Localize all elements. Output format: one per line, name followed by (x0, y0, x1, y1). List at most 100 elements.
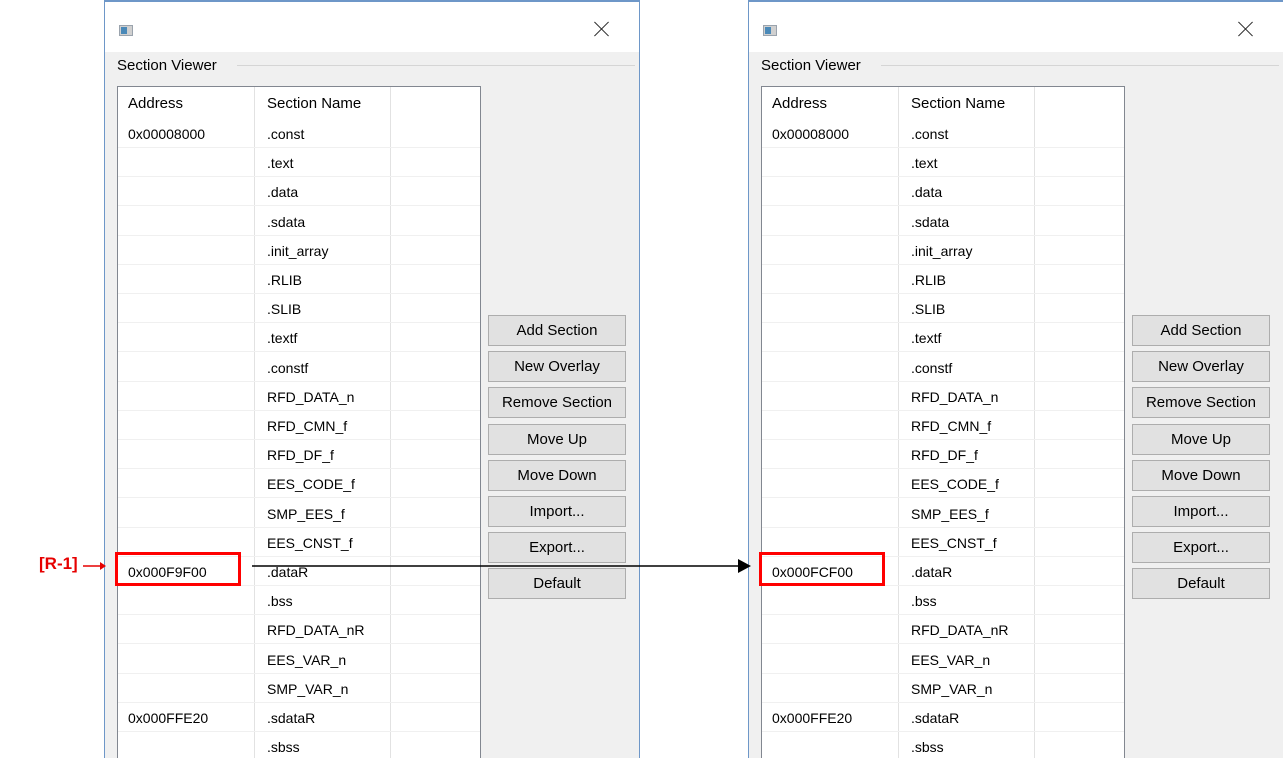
table-row[interactable]: EES_CNST_f (118, 528, 480, 557)
table-row[interactable]: .RLIB (762, 265, 1124, 294)
address-cell: 0x000F9F00 (128, 564, 207, 580)
section-name-cell: .constf (267, 360, 309, 376)
new-overlay-button[interactable]: New Overlay (488, 351, 626, 382)
section-name-cell: .RLIB (267, 272, 303, 288)
table-row[interactable]: RFD_DF_f (118, 440, 480, 469)
section-name-cell: .bss (911, 593, 937, 609)
table-row[interactable]: SMP_EES_f (118, 499, 480, 528)
table-row[interactable]: RFD_DATA_nR (762, 615, 1124, 644)
section-name-cell: .RLIB (911, 272, 947, 288)
table-row[interactable]: .constf (762, 353, 1124, 382)
table-row[interactable]: EES_CNST_f (762, 528, 1124, 557)
section-name-cell: SMP_EES_f (911, 506, 989, 522)
section-name-cell: RFD_DATA_n (267, 389, 355, 405)
group-frame-line (237, 65, 635, 66)
section-list[interactable]: Address Section Name 0x00008000 .const .text… (761, 86, 1125, 758)
new-overlay-button[interactable]: New Overlay (1132, 351, 1270, 382)
default-button[interactable]: Default (488, 568, 626, 599)
add-section-button[interactable]: Add Section (488, 315, 626, 346)
section-list[interactable]: Address Section Name 0x00008000 .const .text… (117, 86, 481, 758)
table-row[interactable]: .data (762, 177, 1124, 206)
table-row[interactable]: .init_array (762, 236, 1124, 265)
section-name-cell: .text (911, 155, 938, 171)
window-border (749, 0, 1283, 2)
table-row[interactable]: .init_array (118, 236, 480, 265)
table-row[interactable]: .bss (762, 586, 1124, 615)
table-row[interactable]: RFD_CMN_f (762, 411, 1124, 440)
table-row[interactable]: 0x000FCF00 .dataR (762, 557, 1124, 586)
section-name-cell: SMP_EES_f (267, 506, 345, 522)
table-row[interactable]: .text (118, 148, 480, 177)
section-name-cell: .textf (267, 330, 298, 346)
column-header-address[interactable]: Address (772, 95, 827, 112)
table-row[interactable]: .bss (118, 586, 480, 615)
table-row[interactable]: EES_VAR_n (118, 645, 480, 674)
table-row[interactable]: 0x000FFE20 .sdataR (118, 703, 480, 732)
table-row[interactable]: RFD_CMN_f (118, 411, 480, 440)
section-viewer-dialog-after: Section Viewer Address Section Name 0x00008… (748, 0, 1283, 758)
address-cell: 0x00008000 (128, 126, 206, 142)
move-down-button[interactable]: Move Down (488, 460, 626, 491)
section-name-cell: .const (267, 126, 305, 142)
section-name-cell: .bss (267, 593, 293, 609)
table-row[interactable]: .constf (118, 353, 480, 382)
export-button[interactable]: Export... (1132, 532, 1270, 563)
section-name-cell: .sdata (911, 214, 950, 230)
section-name-cell: .sdataR (911, 710, 960, 726)
table-row[interactable]: .sbss (118, 732, 480, 758)
table-row[interactable]: 0x00008000 .const (118, 119, 480, 148)
close-icon[interactable] (591, 18, 613, 40)
section-name-cell: RFD_DF_f (911, 447, 978, 463)
table-row[interactable]: EES_CODE_f (762, 469, 1124, 498)
move-down-button[interactable]: Move Down (1132, 460, 1270, 491)
table-row[interactable]: SMP_VAR_n (118, 674, 480, 703)
title-bar (105, 0, 639, 52)
table-row[interactable]: .textf (762, 323, 1124, 352)
section-name-cell: .init_array (911, 243, 973, 259)
table-row[interactable]: EES_CODE_f (118, 469, 480, 498)
table-row[interactable]: 0x000F9F00 .dataR (118, 557, 480, 586)
section-name-cell: RFD_DATA_n (911, 389, 999, 405)
table-row[interactable]: .text (762, 148, 1124, 177)
table-row[interactable]: .SLIB (118, 294, 480, 323)
column-header-section-name[interactable]: Section Name (911, 95, 1005, 112)
table-row[interactable]: .sdata (118, 207, 480, 236)
move-up-button[interactable]: Move Up (488, 424, 626, 455)
table-row[interactable]: .data (118, 177, 480, 206)
section-name-cell: .const (911, 126, 949, 142)
table-row[interactable]: .sdata (762, 207, 1124, 236)
address-cell: 0x000FFE20 (772, 710, 853, 726)
section-name-cell: .data (267, 184, 299, 200)
default-button[interactable]: Default (1132, 568, 1270, 599)
table-row[interactable]: SMP_VAR_n (762, 674, 1124, 703)
table-row[interactable]: EES_VAR_n (762, 645, 1124, 674)
export-button[interactable]: Export... (488, 532, 626, 563)
table-row[interactable]: .RLIB (118, 265, 480, 294)
table-row[interactable]: .sbss (762, 732, 1124, 758)
table-row[interactable]: 0x000FFE20 .sdataR (762, 703, 1124, 732)
table-row[interactable]: RFD_DATA_n (762, 382, 1124, 411)
table-row[interactable]: 0x00008000 .const (762, 119, 1124, 148)
title-bar (749, 0, 1283, 52)
section-name-cell: .SLIB (267, 301, 302, 317)
move-up-button[interactable]: Move Up (1132, 424, 1270, 455)
import-button[interactable]: Import... (1132, 496, 1270, 527)
app-window-icon (119, 25, 133, 36)
remove-section-button[interactable]: Remove Section (1132, 387, 1270, 418)
column-header-address[interactable]: Address (128, 95, 183, 112)
table-row[interactable]: .SLIB (762, 294, 1124, 323)
table-row[interactable]: RFD_DATA_nR (118, 615, 480, 644)
column-header-section-name[interactable]: Section Name (267, 95, 361, 112)
table-row[interactable]: RFD_DATA_n (118, 382, 480, 411)
table-row[interactable]: RFD_DF_f (762, 440, 1124, 469)
import-button[interactable]: Import... (488, 496, 626, 527)
table-row[interactable]: SMP_EES_f (762, 499, 1124, 528)
table-row[interactable]: .textf (118, 323, 480, 352)
section-name-cell: .dataR (911, 564, 953, 580)
add-section-button[interactable]: Add Section (1132, 315, 1270, 346)
remove-section-button[interactable]: Remove Section (488, 387, 626, 418)
app-window-icon (763, 25, 777, 36)
close-icon[interactable] (1235, 18, 1257, 40)
annotation-label: [R-1] (39, 554, 78, 573)
section-name-cell: EES_CNST_f (911, 535, 997, 551)
